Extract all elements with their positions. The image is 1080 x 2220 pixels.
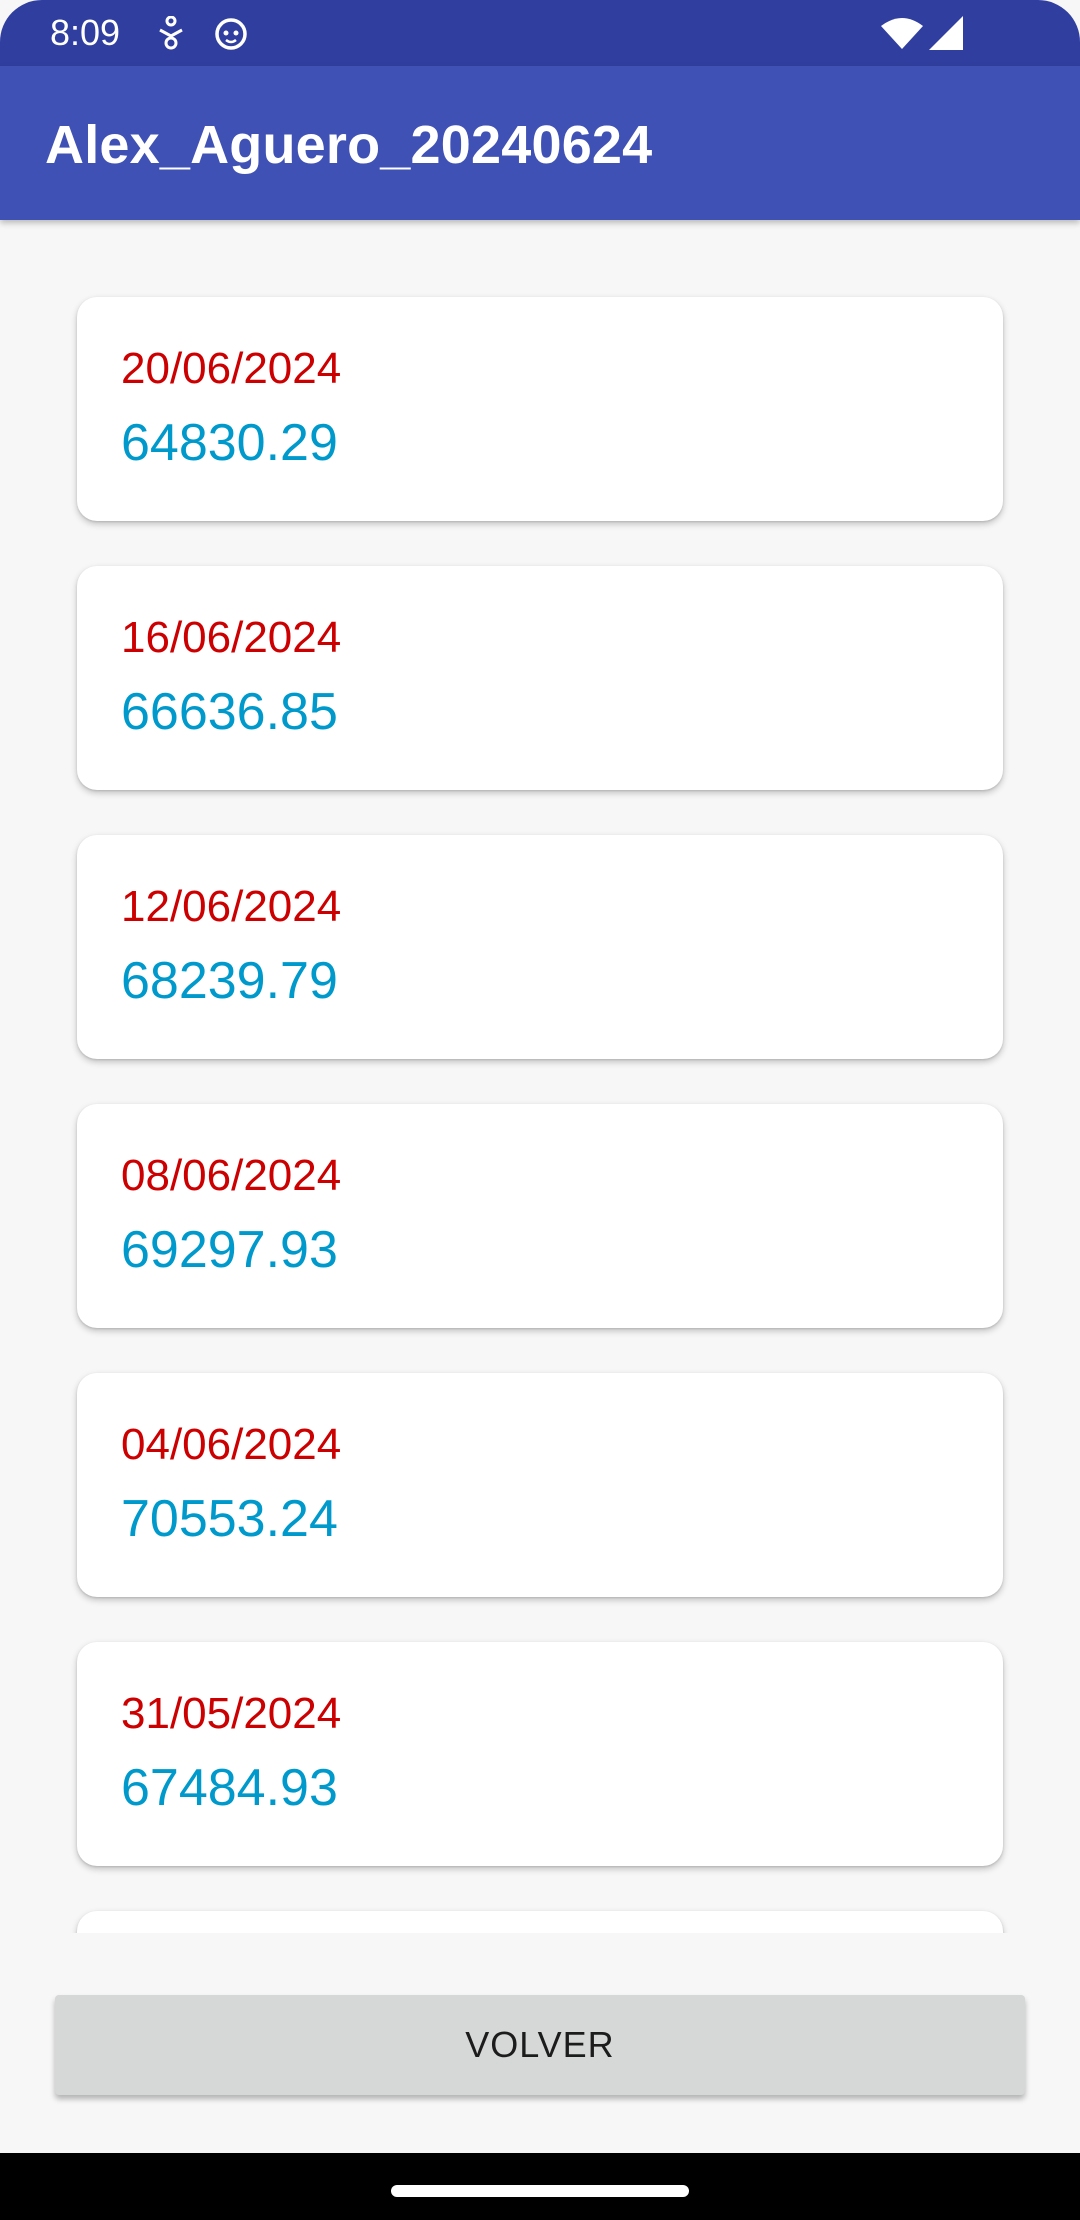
accessibility-icon xyxy=(152,14,190,52)
status-time: 8:09 xyxy=(50,12,121,53)
cat-face-icon xyxy=(212,14,250,52)
item-value: 66636.85 xyxy=(121,683,338,741)
item-date: 31/05/2024 xyxy=(121,1689,342,1738)
item-value: 67484.93 xyxy=(121,1759,338,1817)
item-date: 16/06/2024 xyxy=(121,613,342,662)
list-item[interactable]: 12/06/2024 68239.79 xyxy=(77,835,1003,1059)
navigation-bar xyxy=(0,2153,1080,2220)
list-item[interactable]: 20/06/2024 64830.29 xyxy=(77,297,1003,521)
records-list[interactable]: 20/06/2024 64830.29 16/06/2024 66636.85 … xyxy=(0,220,1080,1933)
item-value: 69297.93 xyxy=(121,1221,338,1279)
item-value: 64830.29 xyxy=(121,414,338,472)
item-date: 08/06/2024 xyxy=(121,1151,342,1200)
list-item[interactable]: 08/06/2024 69297.93 xyxy=(77,1104,1003,1328)
item-value: 70553.24 xyxy=(121,1490,338,1548)
app-bar: Alex_Aguero_20240624 xyxy=(0,66,1080,220)
cellular-signal-icon xyxy=(926,14,966,52)
status-bar: 8:09 xyxy=(0,0,1080,66)
bottom-bar: VOLVER xyxy=(0,1933,1080,2153)
list-item-partial[interactable] xyxy=(77,1911,1003,1933)
home-handle[interactable] xyxy=(391,2185,689,2197)
item-date: 20/06/2024 xyxy=(121,344,342,393)
list-item[interactable]: 31/05/2024 67484.93 xyxy=(77,1642,1003,1866)
list-item[interactable]: 04/06/2024 70553.24 xyxy=(77,1373,1003,1597)
wifi-icon xyxy=(880,14,924,52)
back-button[interactable]: VOLVER xyxy=(55,1995,1025,2095)
item-date: 04/06/2024 xyxy=(121,1420,342,1469)
item-value: 68239.79 xyxy=(121,952,338,1010)
item-date: 12/06/2024 xyxy=(121,882,342,931)
app-title: Alex_Aguero_20240624 xyxy=(45,115,653,175)
list-item[interactable]: 16/06/2024 66636.85 xyxy=(77,566,1003,790)
